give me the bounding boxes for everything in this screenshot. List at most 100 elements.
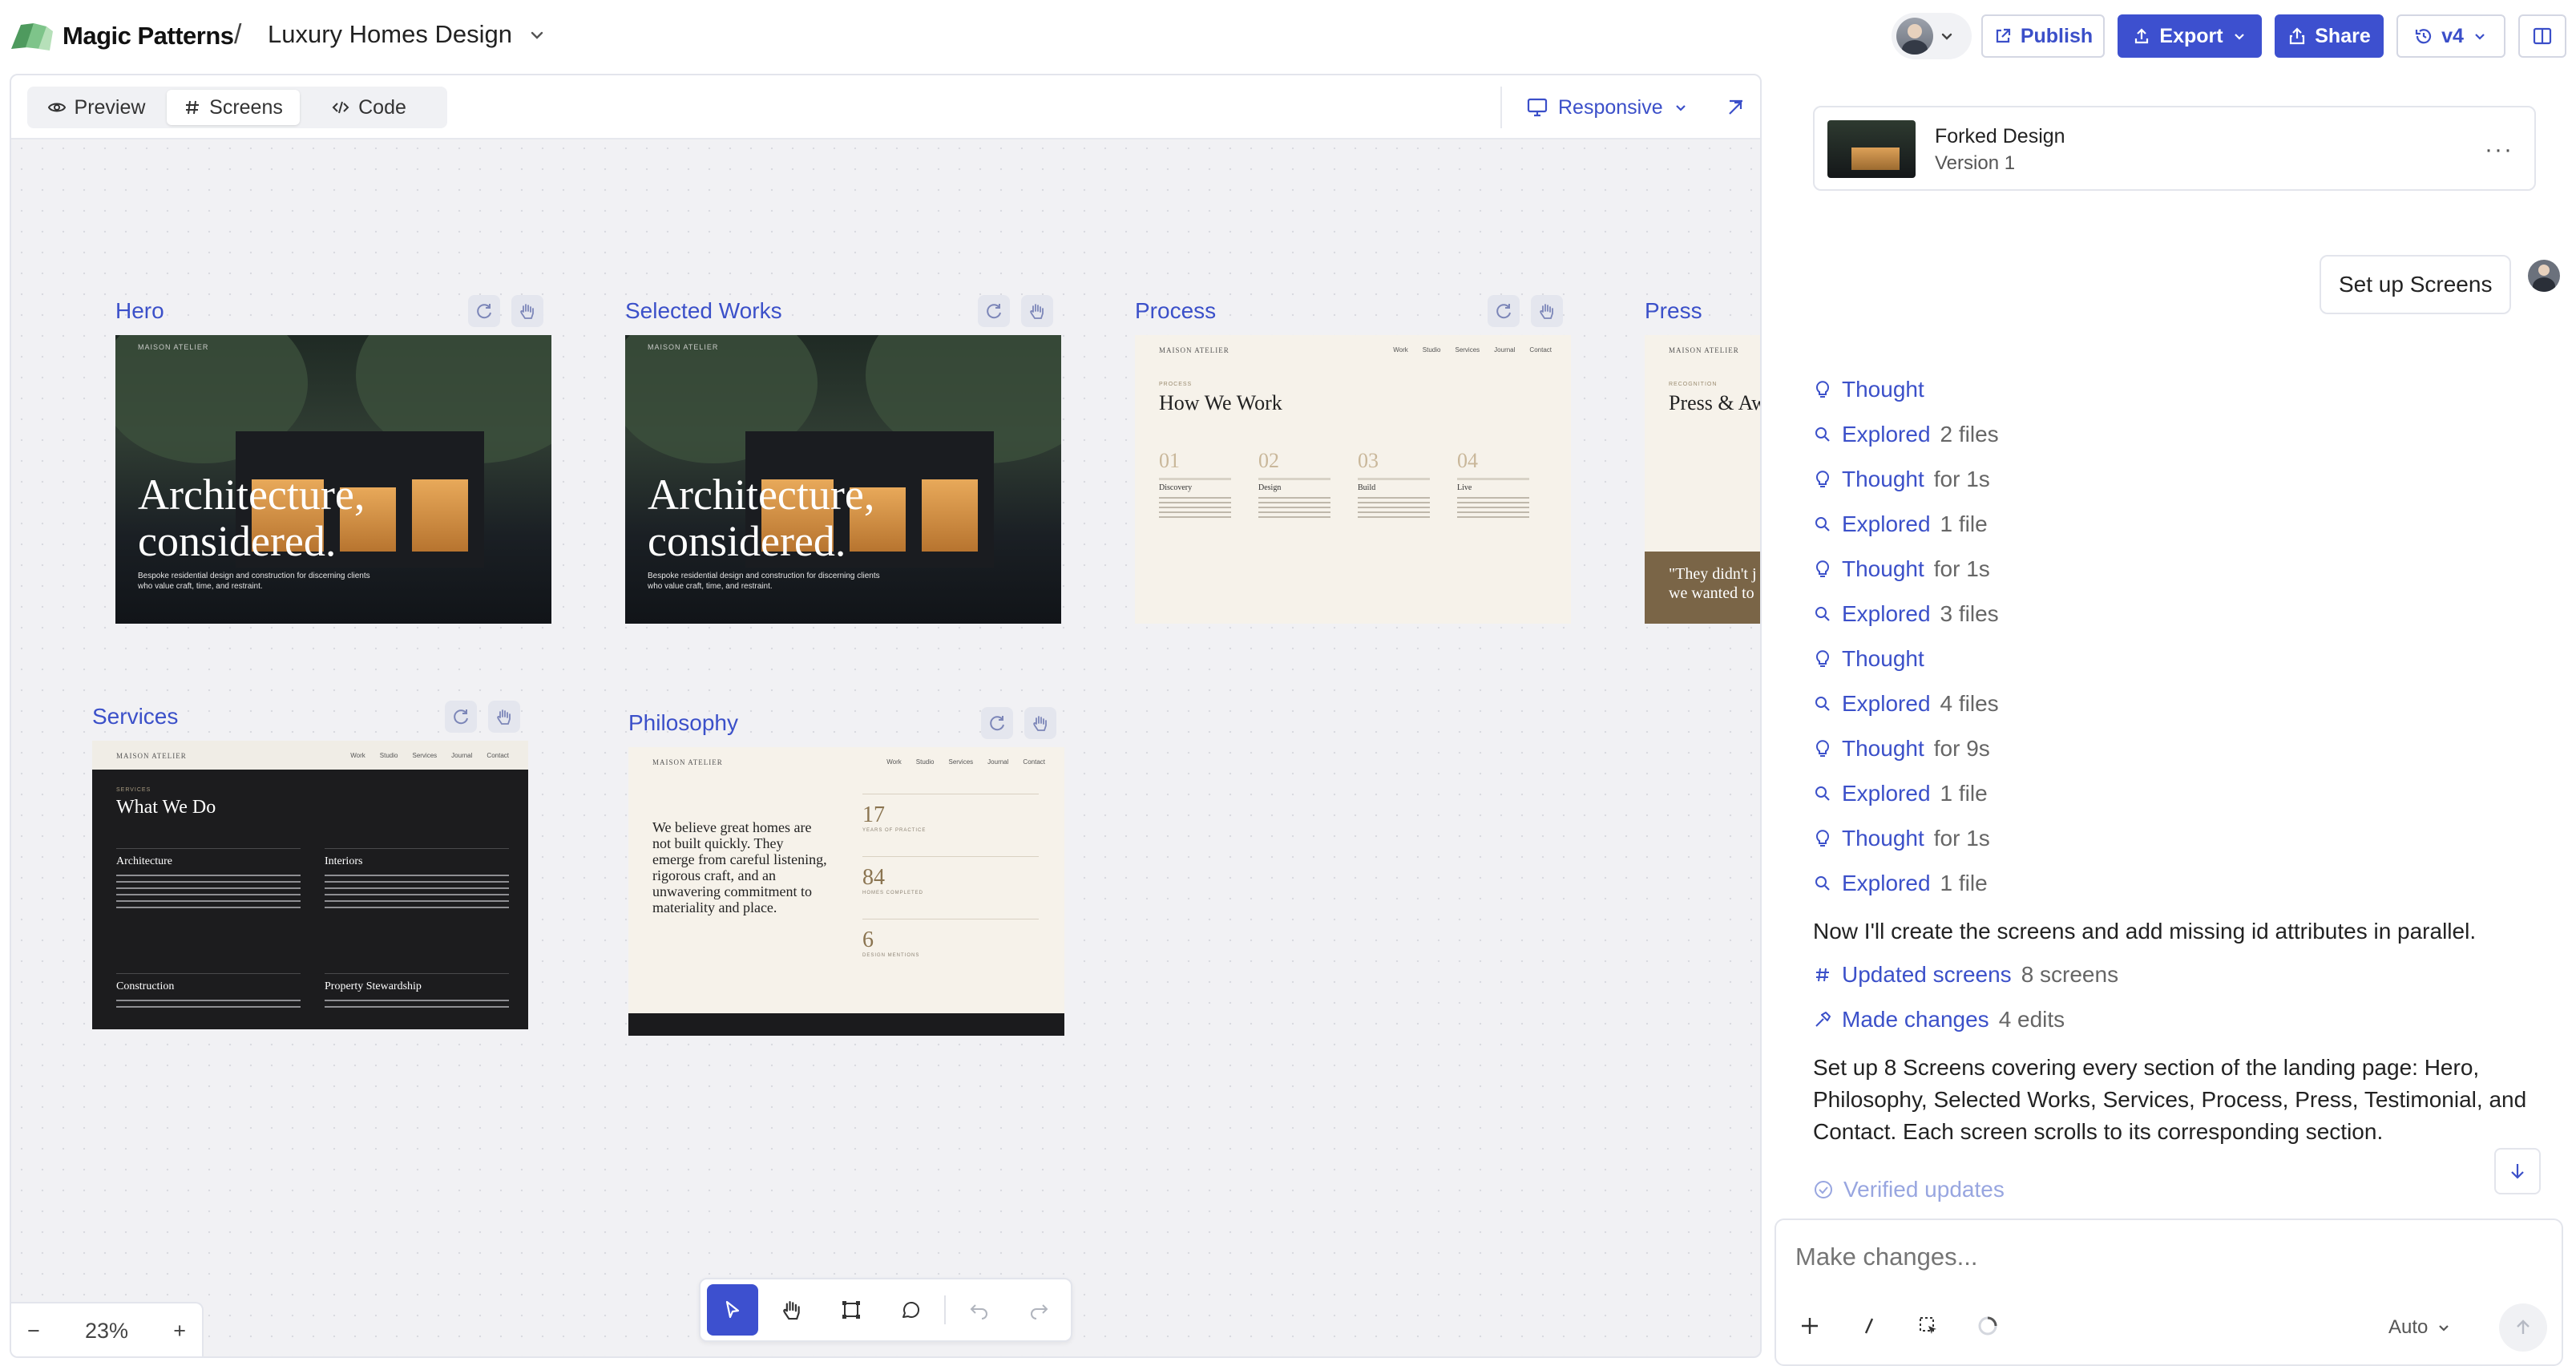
redo-button[interactable] <box>1013 1284 1064 1336</box>
zoom-level[interactable]: 23% <box>85 1319 128 1344</box>
logo[interactable]: Magic Patterns <box>10 19 234 53</box>
service-divider <box>325 973 509 974</box>
composer-tools <box>1794 1310 2004 1342</box>
tab-label: Screens <box>209 95 283 119</box>
more-options-icon[interactable]: ··· <box>2485 136 2513 164</box>
service-divider <box>325 848 509 849</box>
version-card[interactable]: Forked Design Version 1 ··· <box>1813 106 2536 191</box>
activity-item[interactable]: Updated screens 8 screens <box>1813 952 2550 997</box>
frame-tool-button[interactable] <box>826 1284 877 1336</box>
thumb-brand: MAISON ATELIER <box>116 752 187 760</box>
toolbar-divider <box>1500 87 1502 128</box>
thumb-subtitle: Bespoke residential design and construct… <box>138 572 370 591</box>
project-name[interactable]: Luxury Homes Design <box>268 20 512 49</box>
external-link-icon <box>1996 28 2010 43</box>
search-icon <box>1813 694 1832 713</box>
activity-item[interactable]: Thought <box>1813 637 2550 681</box>
comment-tool-button[interactable] <box>885 1284 936 1336</box>
undo-button[interactable] <box>954 1284 1005 1336</box>
assistant-message: Set up 8 Screens covering every section … <box>1813 1055 2527 1144</box>
activity-item[interactable]: Explored 4 files <box>1813 681 2550 726</box>
search-icon <box>1813 425 1832 444</box>
account-menu-button[interactable] <box>1892 13 1972 59</box>
upload-icon <box>2135 28 2149 44</box>
activity-log: Thought Explored 2 files Thought for 1s Explo… <box>1813 367 2550 1148</box>
activity-item[interactable]: Explored 1 file <box>1813 861 2550 906</box>
zoom-in-button[interactable]: + <box>173 1319 186 1344</box>
refresh-icon[interactable] <box>468 295 500 327</box>
lightbulb-icon <box>1813 829 1832 848</box>
screen-press[interactable]: Press MAISON ATELIER RECOGNITION Press &… <box>1645 298 1760 624</box>
activity-detail: for 1s <box>1933 467 1990 491</box>
window-shape <box>412 479 468 552</box>
avatar <box>1896 18 1933 55</box>
screen-hero[interactable]: Hero MAISON ATELIER Architecture, consid… <box>115 295 551 624</box>
plus-icon[interactable] <box>1794 1310 1826 1342</box>
select-element-icon[interactable] <box>1912 1310 1944 1342</box>
activity-detail: 2 files <box>1940 422 1999 447</box>
select-tool-button[interactable] <box>707 1284 758 1336</box>
activity-verb: Explored <box>1842 511 1931 536</box>
activity-item[interactable]: Explored 3 files <box>1813 592 2550 637</box>
thumb-nav-item: Studio <box>915 758 935 766</box>
minimize-icon[interactable] <box>1723 95 1749 120</box>
tab-code[interactable]: Code <box>305 90 433 125</box>
viewport-select[interactable]: Responsive <box>1526 90 1689 125</box>
screens-canvas[interactable]: Preview Screens Code Responsive Hero MAI… <box>10 74 1762 1358</box>
publish-button[interactable]: Publish <box>1981 14 2105 58</box>
export-button[interactable]: Export <box>2118 14 2262 58</box>
verified-updates[interactable]: Verified updates <box>1813 1177 2005 1202</box>
screen-tools <box>1488 295 1563 327</box>
scroll-to-bottom-button[interactable] <box>2494 1148 2541 1194</box>
activity-item[interactable]: Thought for 1s <box>1813 816 2550 861</box>
screen-thumbnail: MAISON ATELIER Architecture, considered.… <box>115 335 551 624</box>
refresh-icon[interactable] <box>981 707 1013 739</box>
activity-item[interactable]: Thought <box>1813 367 2550 412</box>
thumb-nav-item: Services <box>1455 346 1480 354</box>
hand-icon[interactable] <box>511 295 543 327</box>
brand-name: Magic Patterns <box>63 22 234 50</box>
hand-icon[interactable] <box>1531 295 1563 327</box>
activity-verb: Explored <box>1842 601 1931 626</box>
zoom-out-button[interactable]: − <box>27 1319 40 1344</box>
screen-selected-works[interactable]: Selected Works MAISON ATELIER Architectu… <box>625 295 1061 624</box>
hand-icon[interactable] <box>1021 295 1053 327</box>
service-divider <box>116 848 301 849</box>
screen-process[interactable]: Process MAISON ATELIER Work Studio Servi… <box>1135 295 1571 624</box>
activity-item[interactable]: Thought for 9s <box>1813 726 2550 771</box>
model-mode-select[interactable]: Auto <box>2388 1316 2452 1339</box>
screen-thumbnail: MAISON ATELIER Work Studio Services Jour… <box>628 747 1064 1036</box>
activity-item[interactable]: Explored 1 file <box>1813 502 2550 547</box>
share-button[interactable]: Share <box>2275 14 2384 58</box>
search-icon <box>1813 604 1832 624</box>
thumb-eyebrow: PROCESS <box>1159 382 1193 387</box>
service-text <box>116 875 301 908</box>
version-history-button[interactable]: v4 <box>2396 14 2505 58</box>
activity-item[interactable]: Explored 2 files <box>1813 412 2550 457</box>
activity-item[interactable]: Explored 1 file <box>1813 771 2550 816</box>
hand-icon[interactable] <box>1024 707 1056 739</box>
activity-item[interactable]: Thought for 1s <box>1813 457 2550 502</box>
thumb-nav-item: Journal <box>987 758 1009 766</box>
chevron-down-icon[interactable] <box>526 24 548 46</box>
screen-services[interactable]: Services MAISON ATELIER Work Studio Serv… <box>92 701 528 1029</box>
tab-preview[interactable]: Preview <box>30 90 162 125</box>
hand-icon[interactable] <box>488 701 520 733</box>
chevron-down-icon <box>2439 1325 2449 1332</box>
refresh-icon[interactable] <box>1488 295 1520 327</box>
slash-command-icon[interactable] <box>1853 1310 1885 1342</box>
screen-philosophy[interactable]: Philosophy MAISON ATELIER Work Studio Se… <box>628 707 1064 1036</box>
tab-screens[interactable]: Screens <box>167 90 300 125</box>
activity-item[interactable]: Made changes 4 edits <box>1813 997 2550 1042</box>
refresh-icon[interactable] <box>445 701 477 733</box>
prompt-input[interactable] <box>1795 1243 2517 1271</box>
send-button[interactable] <box>2499 1303 2547 1352</box>
toggle-panel-button[interactable] <box>2518 14 2566 58</box>
screen-label: Hero <box>115 298 164 323</box>
activity-item[interactable]: Thought for 1s <box>1813 547 2550 592</box>
window-shape <box>922 479 978 552</box>
thumb-nav: Work Studio Services Journal Contact <box>886 758 1045 766</box>
pan-tool-button[interactable] <box>766 1284 818 1336</box>
refresh-icon[interactable] <box>978 295 1010 327</box>
screen-label: Press <box>1645 298 1702 323</box>
